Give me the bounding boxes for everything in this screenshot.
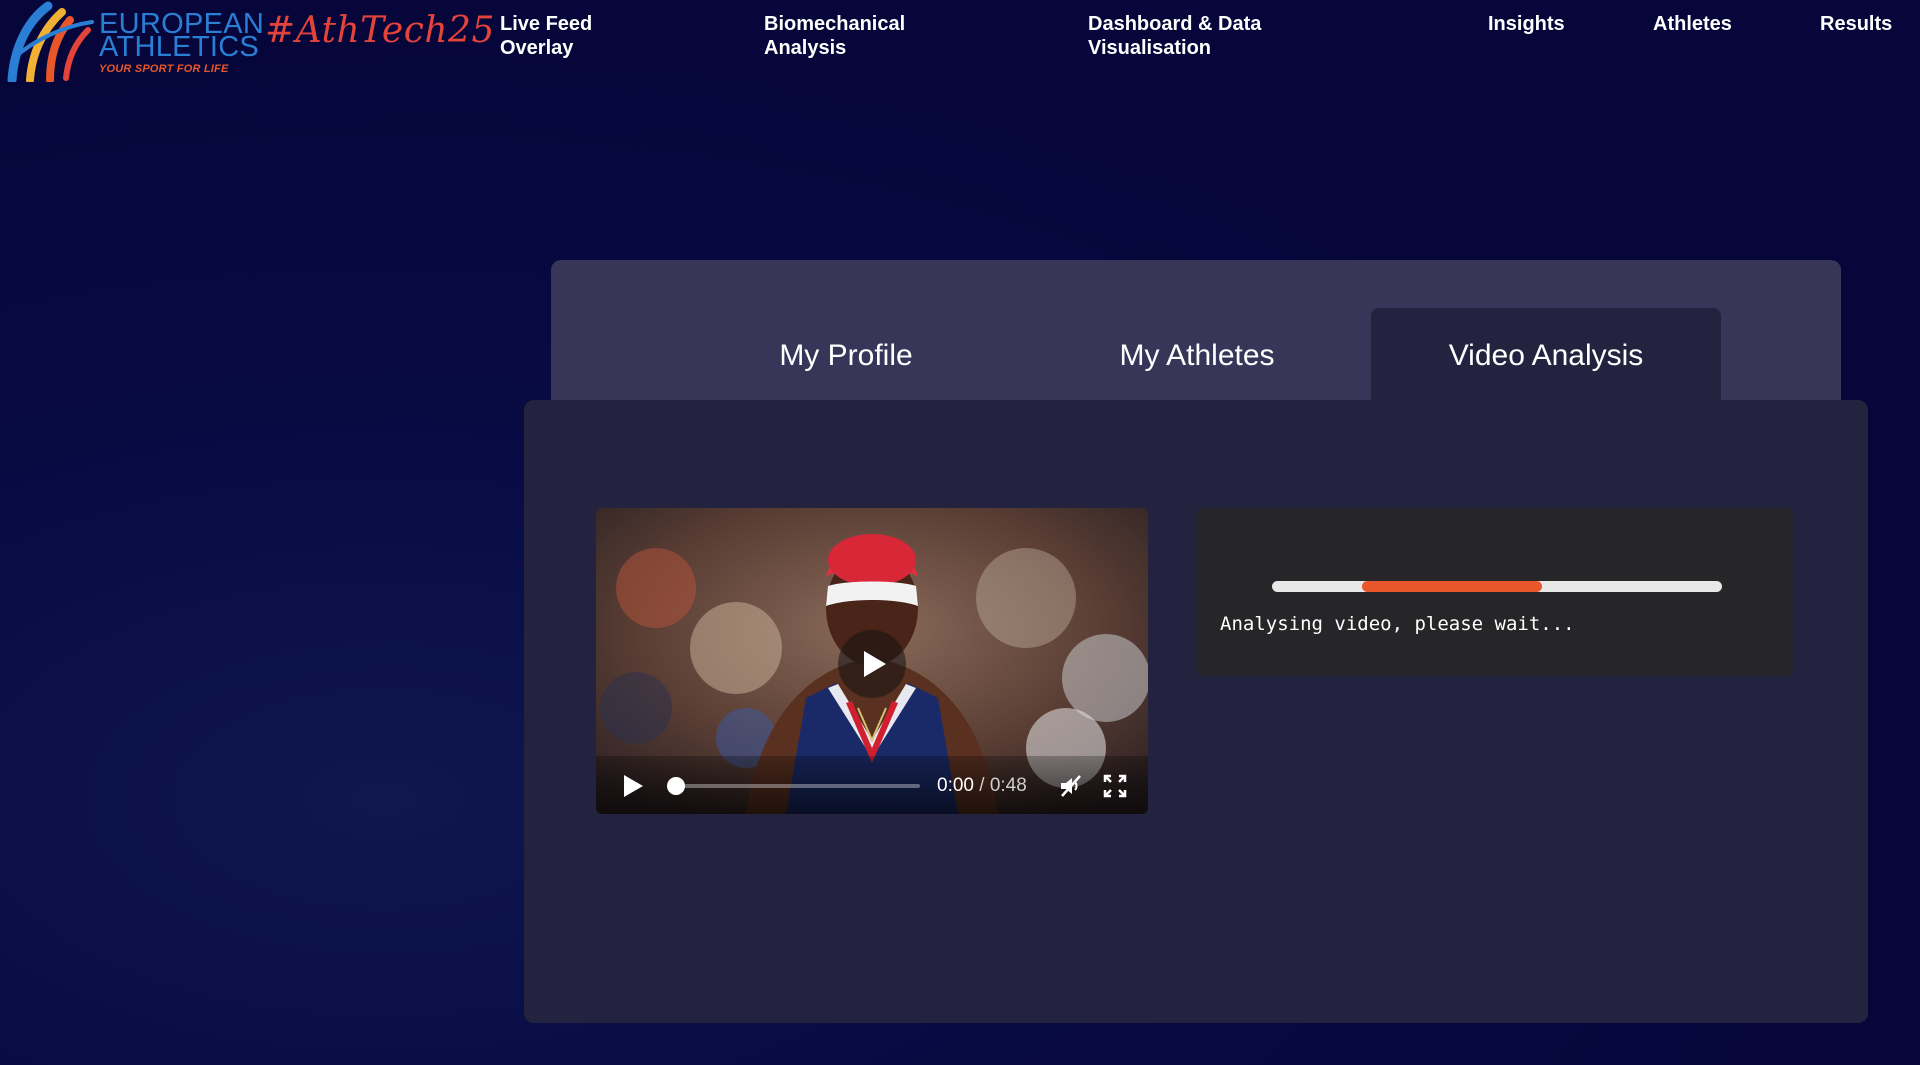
muted-speaker-icon[interactable] (1058, 773, 1084, 799)
nav-dashboard-data-visualisation[interactable]: Dashboard & Data Visualisation (1088, 12, 1261, 60)
video-analysis-panel: 0:00 / 0:48 Analysing video, please wait… (524, 400, 1868, 1023)
tab-video-analysis[interactable]: Video Analysis (1371, 308, 1721, 408)
video-player[interactable]: 0:00 / 0:48 (596, 508, 1148, 814)
current-time: 0:00 (937, 775, 974, 796)
nav-biomechanical-analysis[interactable]: Biomechanical Analysis (764, 12, 905, 60)
big-play-button[interactable] (838, 630, 906, 698)
play-icon[interactable] (624, 775, 644, 797)
nav-live-feed-overlay[interactable]: Live Feed Overlay (500, 12, 592, 60)
profile-tab-bar: My Profile My Athletes Video Analysis (551, 260, 1841, 410)
fullscreen-icon[interactable] (1102, 773, 1128, 799)
analysis-status-box: Analysing video, please wait... (1196, 508, 1794, 676)
analysis-status-text: Analysing video, please wait... (1220, 613, 1575, 635)
seek-bar[interactable] (676, 784, 920, 788)
time-separator: / (973, 775, 990, 796)
analysis-progress-bar (1272, 581, 1722, 592)
seek-handle[interactable] (667, 777, 685, 795)
duration: 0:48 (989, 775, 1027, 796)
analysis-progress-fill (1362, 581, 1542, 592)
logo-text-line2: ATHLETICS (99, 31, 260, 63)
tab-my-profile[interactable]: My Profile (671, 308, 1021, 404)
tab-my-athletes[interactable]: My Athletes (1022, 308, 1372, 404)
european-athletics-logo[interactable]: EUROPEAN ATHLETICS YOUR SPORT FOR LIFE (0, 0, 264, 82)
logo-tagline: YOUR SPORT FOR LIFE (99, 63, 229, 75)
video-time: 0:00 / 0:48 (937, 775, 1027, 797)
nav-results[interactable]: Results (1820, 12, 1892, 36)
event-hashtag: #AthTech25 (265, 10, 495, 51)
nav-insights[interactable]: Insights (1488, 12, 1565, 36)
nav-athletes[interactable]: Athletes (1653, 12, 1732, 36)
athletics-swoosh-icon (7, 1, 94, 82)
video-controls: 0:00 / 0:48 (596, 756, 1148, 814)
top-navigation: EUROPEAN ATHLETICS YOUR SPORT FOR LIFE #… (0, 0, 1920, 90)
